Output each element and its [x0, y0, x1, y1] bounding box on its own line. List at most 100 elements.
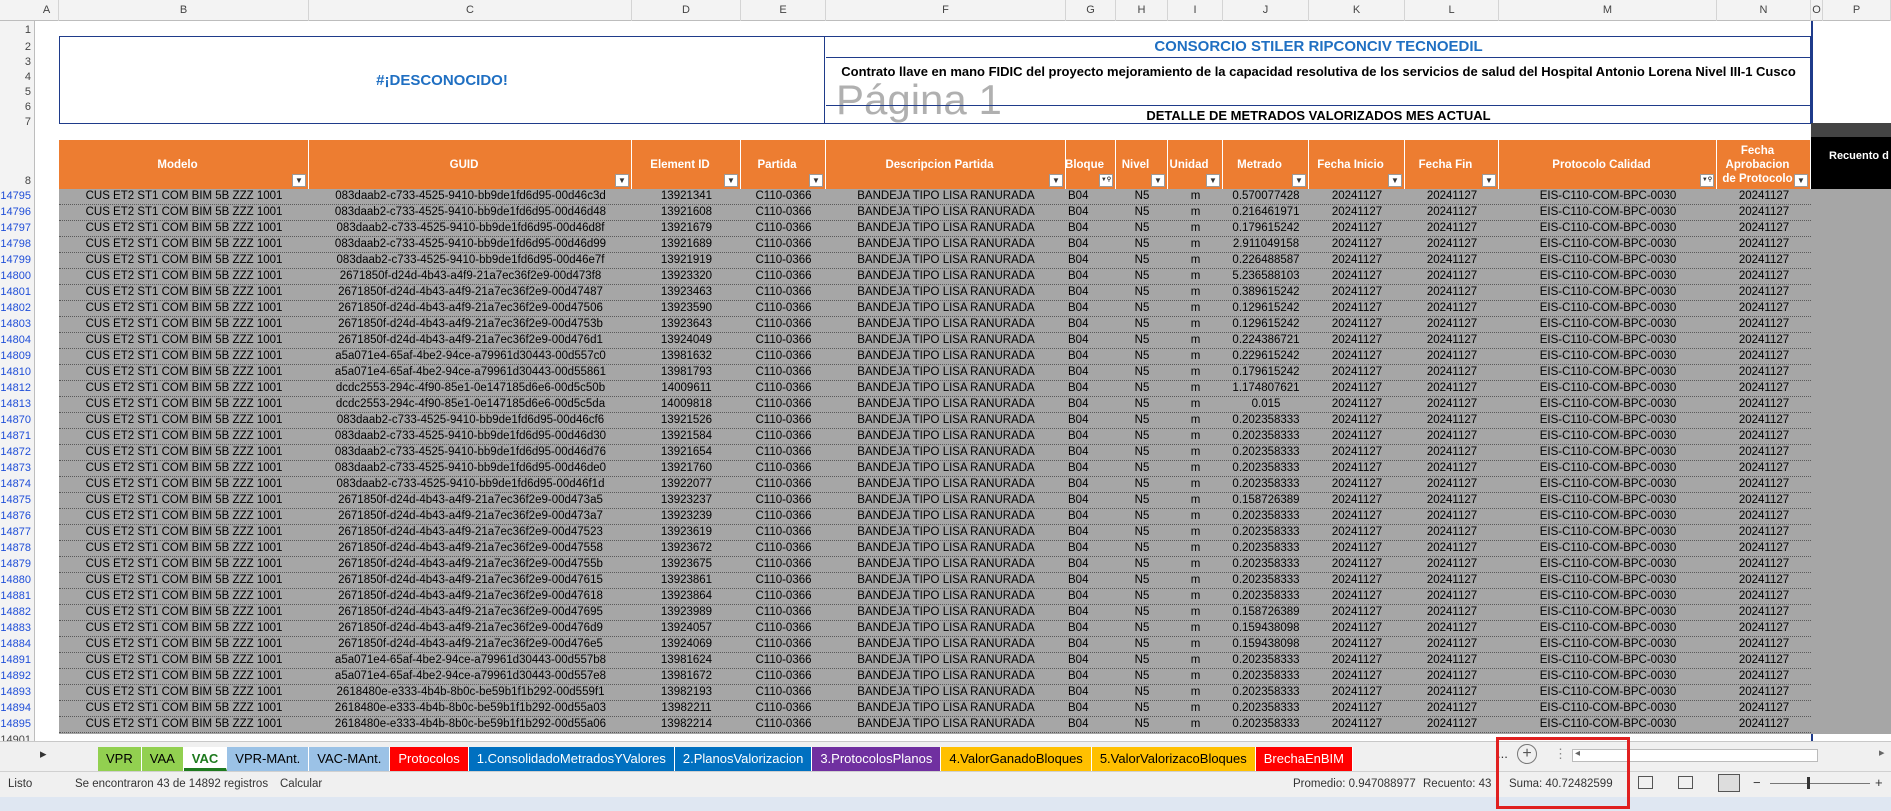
table-cell[interactable]: CUS ET2 ST1 COM BIM 5B ZZZ 1001 — [59, 285, 309, 300]
row-number[interactable]: 4 — [0, 71, 35, 83]
zoom-slider-handle[interactable] — [1807, 777, 1810, 789]
table-cell[interactable]: B04 — [1066, 573, 1118, 588]
table-cell[interactable]: m — [1168, 189, 1223, 204]
table-cell[interactable]: 13922077 — [632, 477, 741, 492]
table-cell[interactable]: 20241127 — [1717, 477, 1811, 492]
table-cell[interactable]: 20241127 — [1309, 397, 1405, 412]
table-cell[interactable]: N5 — [1116, 237, 1168, 252]
table-cell[interactable]: 20241127 — [1405, 605, 1499, 620]
table-cell[interactable]: 0.202358333 — [1223, 461, 1309, 476]
table-cell[interactable]: EIS-C110-COM-BPC-0030 — [1499, 381, 1717, 396]
table-row[interactable]: CUS ET2 ST1 COM BIM 5B ZZZ 1001 083daab2-… — [59, 221, 1811, 237]
table-cell[interactable]: 20241127 — [1309, 701, 1405, 716]
table-cell[interactable]: CUS ET2 ST1 COM BIM 5B ZZZ 1001 — [59, 301, 309, 316]
table-cell[interactable]: 20241127 — [1717, 637, 1811, 652]
table-cell[interactable]: 0.202358333 — [1223, 509, 1309, 524]
table-cell[interactable]: dcdc2553-294c-4f90-85e1-0e147185d6e6-00d… — [309, 397, 632, 412]
table-cell[interactable]: 13924049 — [632, 333, 741, 348]
row-number[interactable]: 14894 — [0, 702, 35, 714]
table-row[interactable]: CUS ET2 ST1 COM BIM 5B ZZZ 1001 2671850f-… — [59, 333, 1811, 349]
table-cell[interactable]: C110-0366 — [741, 637, 826, 652]
row-number[interactable]: 14795 — [0, 190, 35, 202]
table-cell[interactable]: CUS ET2 ST1 COM BIM 5B ZZZ 1001 — [59, 493, 309, 508]
table-cell[interactable]: 13921679 — [632, 221, 741, 236]
filter-dropdown-icon[interactable]: ▼ — [1292, 174, 1306, 187]
table-cell[interactable]: B04 — [1066, 653, 1118, 668]
table-cell[interactable]: C110-0366 — [741, 461, 826, 476]
sheet-tab[interactable]: 4.ValorGanadoBloques — [941, 747, 1092, 771]
table-cell[interactable]: CUS ET2 ST1 COM BIM 5B ZZZ 1001 — [59, 317, 309, 332]
table-cell[interactable]: B04 — [1066, 605, 1118, 620]
table-cell[interactable]: 20241127 — [1309, 349, 1405, 364]
table-cell[interactable]: 0.229615242 — [1223, 349, 1309, 364]
table-cell[interactable]: C110-0366 — [741, 205, 826, 220]
table-cell[interactable]: 20241127 — [1309, 653, 1405, 668]
table-cell[interactable]: BANDEJA TIPO LISA RANURADA — [826, 525, 1066, 540]
table-cell[interactable]: N5 — [1116, 637, 1168, 652]
table-cell[interactable]: 20241127 — [1309, 573, 1405, 588]
column-header-i[interactable]: I — [1168, 0, 1223, 21]
table-cell[interactable]: 0.202358333 — [1223, 701, 1309, 716]
zoom-in-icon[interactable]: + — [1875, 775, 1883, 790]
table-cell[interactable]: N5 — [1116, 365, 1168, 380]
table-cell[interactable]: C110-0366 — [741, 685, 826, 700]
table-cell[interactable]: CUS ET2 ST1 COM BIM 5B ZZZ 1001 — [59, 189, 309, 204]
row-number[interactable]: 14804 — [0, 334, 35, 346]
table-cell[interactable]: 2671850f-d24d-4b43-a4f9-21a7ec36f2e9-00d… — [309, 637, 632, 652]
table-cell[interactable]: 20241127 — [1405, 205, 1499, 220]
table-cell[interactable]: EIS-C110-COM-BPC-0030 — [1499, 653, 1717, 668]
column-header-n[interactable]: N — [1717, 0, 1811, 21]
table-cell[interactable]: 20241127 — [1405, 621, 1499, 636]
table-cell[interactable]: CUS ET2 ST1 COM BIM 5B ZZZ 1001 — [59, 349, 309, 364]
table-cell[interactable]: EIS-C110-COM-BPC-0030 — [1499, 669, 1717, 684]
column-header-h[interactable]: H — [1116, 0, 1168, 21]
table-cell[interactable]: 20241127 — [1717, 717, 1811, 732]
table-cell[interactable]: EIS-C110-COM-BPC-0030 — [1499, 477, 1717, 492]
table-cell[interactable]: 2618480e-e333-4b4b-8b0c-be59b1f1b292-00d… — [309, 685, 632, 700]
table-cell[interactable]: N5 — [1116, 589, 1168, 604]
table-cell[interactable]: BANDEJA TIPO LISA RANURADA — [826, 349, 1066, 364]
table-cell[interactable]: 13921584 — [632, 429, 741, 444]
table-cell[interactable]: CUS ET2 ST1 COM BIM 5B ZZZ 1001 — [59, 445, 309, 460]
table-cell[interactable]: 20241127 — [1405, 285, 1499, 300]
table-cell[interactable]: BANDEJA TIPO LISA RANURADA — [826, 637, 1066, 652]
table-cell[interactable]: 20241127 — [1309, 365, 1405, 380]
table-cell[interactable]: m — [1168, 285, 1223, 300]
table-cell[interactable]: C110-0366 — [741, 349, 826, 364]
table-cell[interactable]: 20241127 — [1309, 333, 1405, 348]
table-cell[interactable]: 20241127 — [1309, 509, 1405, 524]
table-cell[interactable]: C110-0366 — [741, 477, 826, 492]
table-cell[interactable]: N5 — [1116, 669, 1168, 684]
filter-dropdown-icon[interactable]: ▼ — [724, 174, 738, 187]
filter-dropdown-icon[interactable]: ▼ — [615, 174, 629, 187]
table-cell[interactable]: 20241127 — [1405, 701, 1499, 716]
row-number[interactable]: 7 — [0, 116, 35, 128]
column-header-a[interactable]: A — [35, 0, 59, 21]
table-cell[interactable]: N5 — [1116, 557, 1168, 572]
table-cell[interactable]: 20241127 — [1717, 541, 1811, 556]
table-cell[interactable]: EIS-C110-COM-BPC-0030 — [1499, 589, 1717, 604]
table-cell[interactable]: 13924057 — [632, 621, 741, 636]
table-cell[interactable]: m — [1168, 541, 1223, 556]
table-cell[interactable]: N5 — [1116, 541, 1168, 556]
table-cell[interactable]: BANDEJA TIPO LISA RANURADA — [826, 221, 1066, 236]
table-row[interactable]: CUS ET2 ST1 COM BIM 5B ZZZ 1001 083daab2-… — [59, 477, 1811, 493]
table-cell[interactable]: 20241127 — [1309, 205, 1405, 220]
table-cell[interactable]: B04 — [1066, 333, 1118, 348]
table-cell[interactable]: BANDEJA TIPO LISA RANURADA — [826, 413, 1066, 428]
table-cell[interactable]: EIS-C110-COM-BPC-0030 — [1499, 397, 1717, 412]
table-cell[interactable]: 2671850f-d24d-4b43-a4f9-21a7ec36f2e9-00d… — [309, 333, 632, 348]
table-cell[interactable]: BANDEJA TIPO LISA RANURADA — [826, 365, 1066, 380]
table-cell[interactable]: a5a071e4-65af-4be2-94ce-a79961d30443-00d… — [309, 653, 632, 668]
table-cell[interactable]: EIS-C110-COM-BPC-0030 — [1499, 253, 1717, 268]
table-cell[interactable]: 083daab2-c733-4525-9410-bb9de1fd6d95-00d… — [309, 205, 632, 220]
status-average[interactable]: Promedio: 0.947088977 — [1293, 778, 1416, 790]
table-cell[interactable]: EIS-C110-COM-BPC-0030 — [1499, 205, 1717, 220]
row-number[interactable]: 14873 — [0, 462, 35, 474]
table-cell[interactable]: 13981624 — [632, 653, 741, 668]
table-cell[interactable]: 13923643 — [632, 317, 741, 332]
table-cell[interactable]: 20241127 — [1717, 381, 1811, 396]
table-cell[interactable]: B04 — [1066, 701, 1118, 716]
table-cell[interactable]: 13923864 — [632, 589, 741, 604]
table-cell[interactable]: a5a071e4-65af-4be2-94ce-a79961d30443-00d… — [309, 365, 632, 380]
